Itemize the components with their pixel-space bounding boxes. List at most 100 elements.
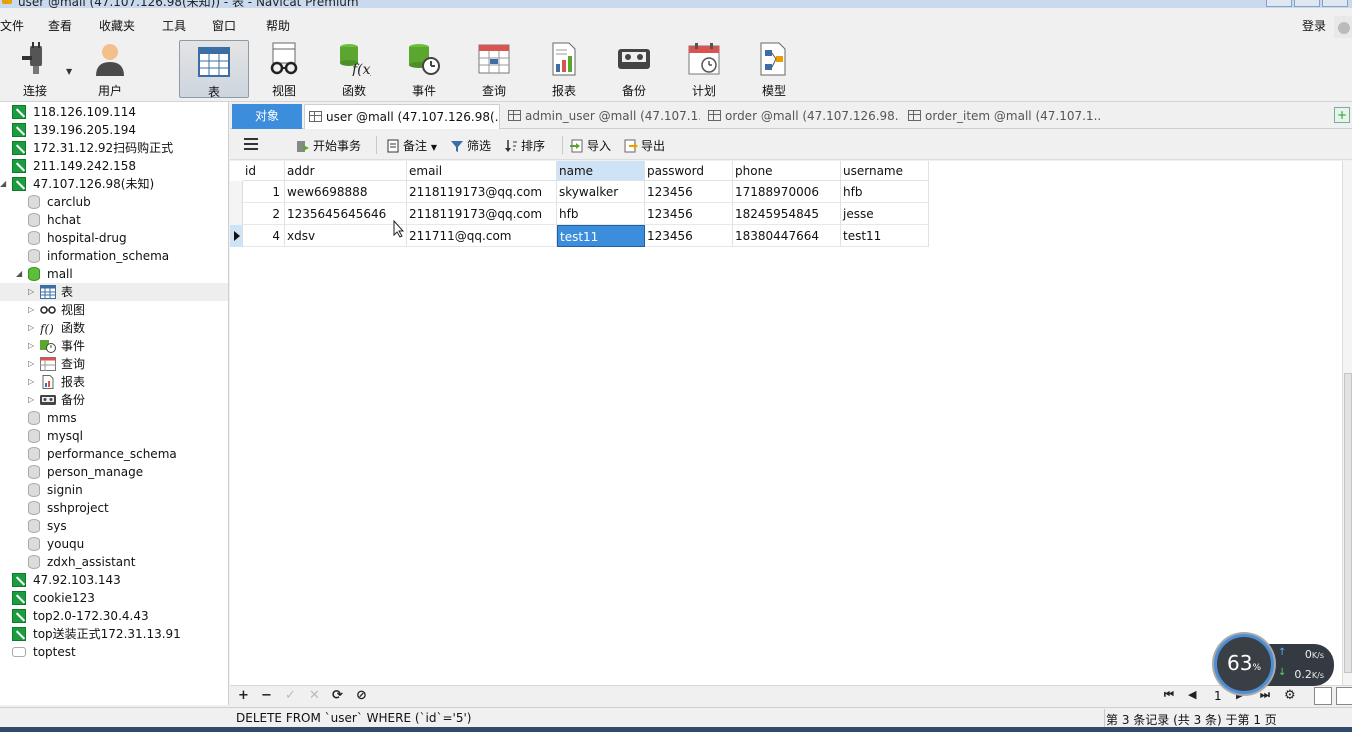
column-header-password[interactable]: password — [645, 161, 733, 181]
tree-item[interactable]: top2.0-172.30.4.43 — [0, 607, 228, 625]
tree-item[interactable]: top送装正式172.31.13.91 — [0, 625, 228, 643]
column-header-id[interactable]: id — [243, 161, 285, 181]
maximize-button[interactable] — [1294, 0, 1320, 7]
tree-item[interactable]: zdxh_assistant — [0, 553, 228, 571]
cell-password[interactable]: 123456 — [645, 181, 733, 203]
tree-item[interactable]: ▷ 表 — [0, 283, 228, 301]
query-button[interactable]: 查询 — [459, 38, 529, 100]
column-header-email[interactable]: email — [407, 161, 557, 181]
minimize-button[interactable] — [1266, 0, 1292, 7]
cell-phone[interactable]: 17188970006 — [733, 181, 841, 203]
cell-name[interactable]: test11 — [557, 225, 645, 247]
cell-phone[interactable]: 18245954845 — [733, 203, 841, 225]
tree-item[interactable]: ▷ 事件 — [0, 337, 228, 355]
tree-item[interactable]: performance_schema — [0, 445, 228, 463]
column-header-name[interactable]: name — [557, 161, 645, 181]
delete-record-button[interactable]: − — [261, 688, 272, 703]
tree-item[interactable]: 118.126.109.114 — [0, 103, 228, 121]
cell-email[interactable]: 2118119173@qq.com — [407, 203, 557, 225]
tab-objects[interactable]: 对象 — [232, 104, 302, 129]
cell-id[interactable]: 4 — [243, 225, 285, 247]
begin-transaction-button[interactable]: 开始事务 — [296, 137, 361, 154]
import-button[interactable]: 导入 — [570, 137, 611, 154]
add-record-button[interactable]: + — [238, 688, 249, 703]
cell-addr[interactable]: xdsv — [285, 225, 407, 247]
connect-dropdown-icon[interactable]: ▼ — [66, 67, 72, 76]
vertical-scrollbar[interactable] — [1342, 161, 1352, 685]
cell-addr[interactable]: wew6698888 — [285, 181, 407, 203]
tree-item[interactable]: information_schema — [0, 247, 228, 265]
expand-icon[interactable]: ▷ — [28, 283, 38, 301]
tree-item[interactable]: person_manage — [0, 463, 228, 481]
cell-email[interactable]: 2118119173@qq.com — [407, 181, 557, 203]
expand-icon[interactable]: ▷ — [28, 337, 38, 355]
tree-item[interactable]: mysql — [0, 427, 228, 445]
menu-tools[interactable]: 工具 — [162, 17, 186, 34]
cell-email[interactable]: 211711@qq.com — [407, 225, 557, 247]
cell-name[interactable]: hfb — [557, 203, 645, 225]
tree-item[interactable]: 172.31.12.92扫码购正式 — [0, 139, 228, 157]
tree-item[interactable]: ▷ 查询 — [0, 355, 228, 373]
close-button[interactable] — [1322, 0, 1348, 7]
tab-order[interactable]: order @mall (47.107.126.98... — [704, 104, 900, 129]
filter-button[interactable]: 筛选 — [450, 137, 491, 154]
tree-item[interactable]: 211.149.242.158 — [0, 157, 228, 175]
cell-id[interactable]: 2 — [243, 203, 285, 225]
expand-icon[interactable]: ▷ — [28, 301, 38, 319]
cell-password[interactable]: 123456 — [645, 225, 733, 247]
schedule-button[interactable]: 计划 — [669, 38, 739, 100]
tab-user[interactable]: user @mall (47.107.126.98(... — [304, 104, 500, 129]
tree-item[interactable]: ▷ f() 函数 — [0, 319, 228, 337]
cell-phone[interactable]: 18380447664 — [733, 225, 841, 247]
tree-item[interactable]: signin — [0, 481, 228, 499]
tree-item[interactable]: youqu — [0, 535, 228, 553]
expand-icon[interactable]: ▷ — [28, 319, 38, 337]
tree-item[interactable]: ▷ 备份 — [0, 391, 228, 409]
collapse-icon[interactable]: ◢ — [0, 175, 10, 193]
expand-icon[interactable]: ▷ — [28, 391, 38, 409]
menu-favorites[interactable]: 收藏夹 — [99, 17, 135, 34]
cell-password[interactable]: 123456 — [645, 203, 733, 225]
tab-order-item[interactable]: order_item @mall (47.107.1... — [904, 104, 1100, 129]
tree-item[interactable]: ◢ mall — [0, 265, 228, 283]
current-row-indicator-icon[interactable] — [230, 225, 243, 247]
refresh-icon[interactable]: ⟳ — [332, 688, 343, 703]
stop-icon[interactable]: ⊘ — [356, 688, 367, 703]
scroll-thumb[interactable] — [1344, 373, 1352, 673]
expand-icon[interactable]: ▷ — [28, 355, 38, 373]
cell-id[interactable]: 1 — [243, 181, 285, 203]
menu-help[interactable]: 帮助 — [266, 17, 290, 34]
tree-item[interactable]: ▷ 报表 — [0, 373, 228, 391]
discard-changes-button[interactable]: ✕ — [309, 688, 320, 703]
cell-username[interactable]: jesse — [841, 203, 929, 225]
column-header-addr[interactable]: addr — [285, 161, 407, 181]
view-button[interactable]: 视图 — [249, 38, 319, 100]
cell-username[interactable]: hfb — [841, 181, 929, 203]
user-button[interactable]: 用户 — [75, 38, 145, 100]
tree-item[interactable]: mms — [0, 409, 228, 427]
connect-button[interactable]: 连接 ▼ — [0, 38, 72, 100]
tree-item[interactable]: 47.92.103.143 — [0, 571, 228, 589]
column-header-phone[interactable]: phone — [733, 161, 841, 181]
menu-file[interactable]: 文件 — [0, 17, 24, 34]
menu-window[interactable]: 窗口 — [212, 17, 236, 34]
expand-icon[interactable]: ▷ — [28, 373, 38, 391]
table-button[interactable]: 表 — [179, 40, 249, 99]
tree-item[interactable]: sshproject — [0, 499, 228, 517]
export-button[interactable]: 导出 — [624, 137, 665, 154]
function-button[interactable]: f(x) 函数 — [319, 38, 389, 100]
memo-button[interactable]: 备注 ▼ — [386, 137, 437, 154]
sort-button[interactable]: 排序 — [504, 137, 545, 154]
menu-view[interactable]: 查看 — [48, 17, 72, 34]
tree-item[interactable]: toptest — [0, 643, 228, 661]
collapse-icon[interactable]: ◢ — [16, 265, 26, 283]
cell-name[interactable]: skywalker — [557, 181, 645, 203]
backup-button[interactable]: 备份 — [599, 38, 669, 100]
tree-item[interactable]: carclub — [0, 193, 228, 211]
tree-item[interactable]: ▷ 视图 — [0, 301, 228, 319]
apply-changes-button[interactable]: ✓ — [285, 688, 296, 703]
tree-item[interactable]: 139.196.205.194 — [0, 121, 228, 139]
first-page-button[interactable]: ⏮ — [1164, 688, 1174, 702]
column-header-username[interactable]: username — [841, 161, 929, 181]
cell-username[interactable]: test11 — [841, 225, 929, 247]
